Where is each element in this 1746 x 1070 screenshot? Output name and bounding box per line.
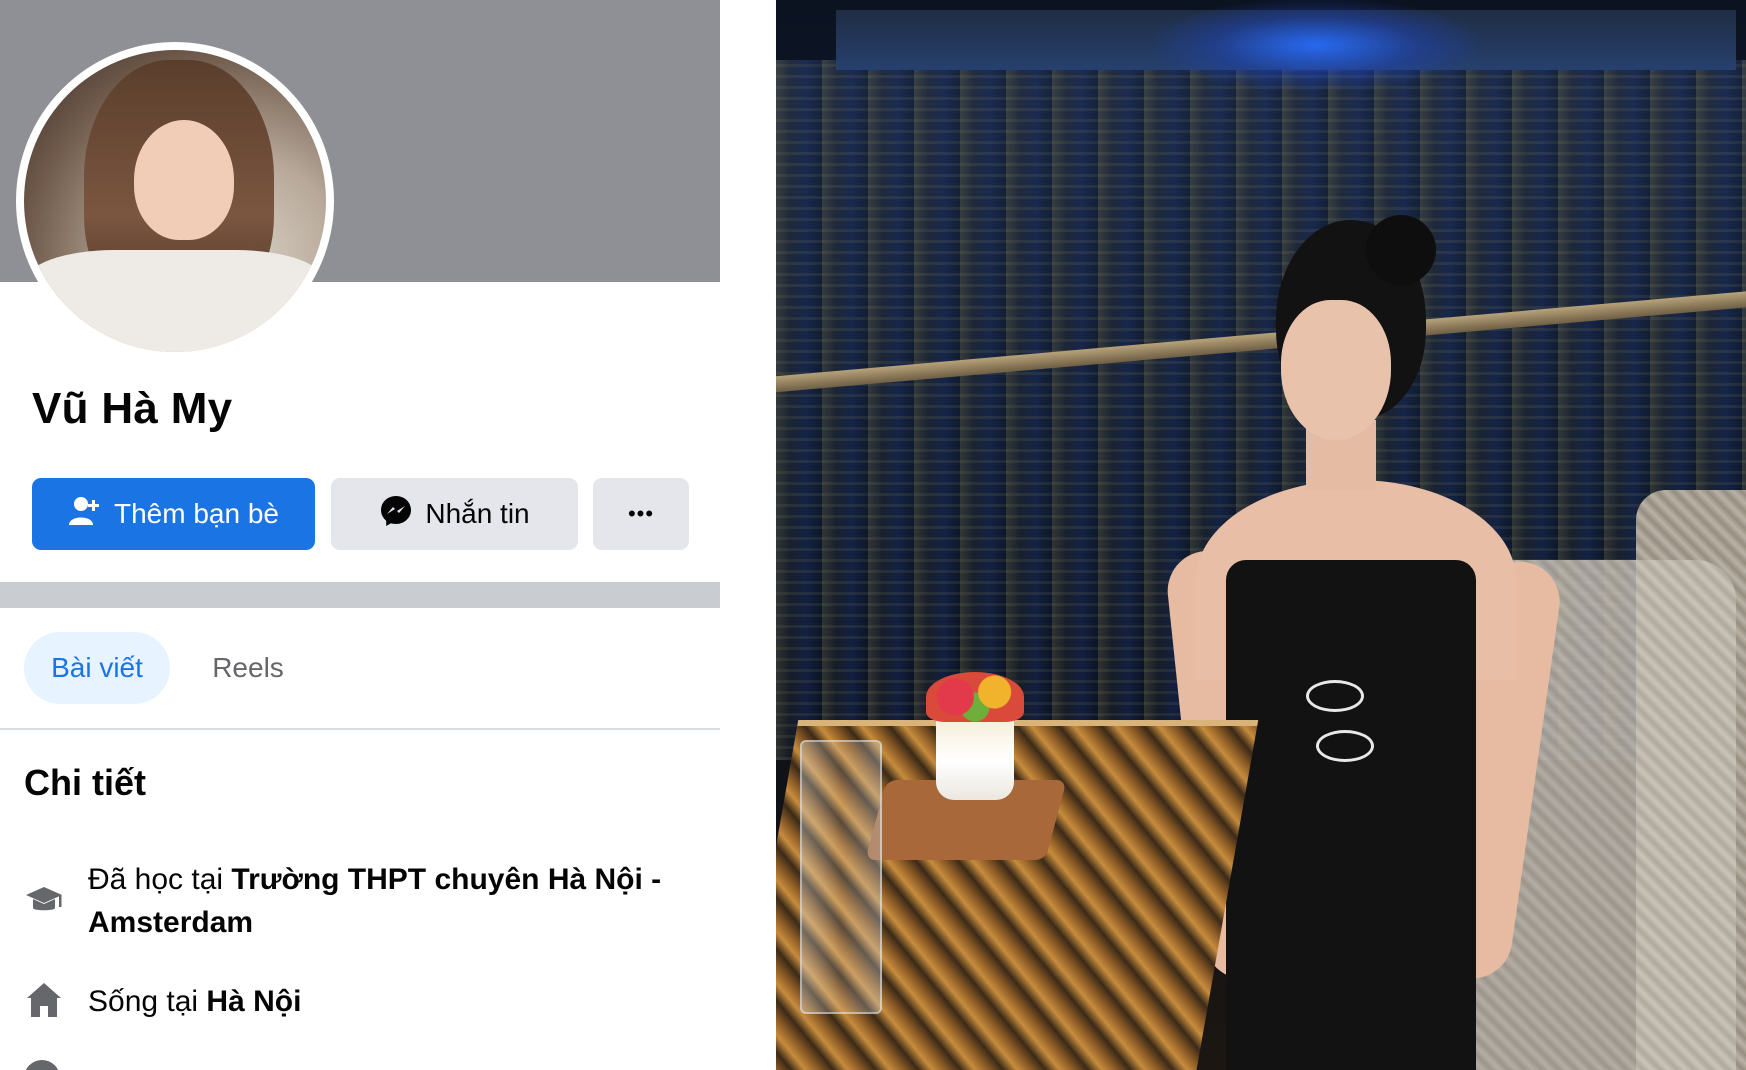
more-button[interactable]: •••	[593, 478, 689, 550]
add-friend-button[interactable]: Thêm bạn bè	[32, 478, 315, 550]
dessert-fruit	[926, 672, 1024, 722]
tab-posts[interactable]: Bài viết	[24, 632, 170, 704]
message-label: Nhắn tin	[425, 498, 530, 529]
details-title: Chi tiết	[24, 762, 146, 803]
person-plus-icon	[68, 494, 102, 535]
photo-panel	[776, 0, 1746, 1070]
more-dots-icon: •••	[627, 501, 655, 526]
detail-lives: Sống tại Hà Nội	[0, 980, 720, 1030]
person-face	[1281, 300, 1391, 440]
avatar-image	[24, 50, 326, 352]
lives-text: Sống tại Hà Nội	[88, 980, 668, 1023]
profile-name: Vũ Hà My	[32, 384, 233, 433]
home-icon	[24, 980, 64, 1020]
add-friend-label: Thêm bạn bè	[114, 498, 279, 529]
profile-avatar[interactable]	[16, 42, 334, 360]
detail-education: Đã học tại Trường THPT chuyên Hà Nội - A…	[0, 858, 720, 948]
lives-prefix: Sống tại	[88, 985, 207, 1018]
message-button[interactable]: Nhắn tin	[331, 478, 578, 550]
messenger-icon	[379, 494, 413, 535]
person-hair-bun	[1366, 215, 1436, 285]
dress-bow-bottom	[1316, 730, 1374, 762]
tab-reels[interactable]: Reels	[192, 632, 304, 704]
lives-city-link[interactable]: Hà Nội	[206, 985, 301, 1018]
education-prefix: Đã học tại	[88, 863, 232, 896]
water-glass	[800, 740, 882, 1014]
dress-bow-top	[1306, 680, 1364, 712]
graduation-cap-icon	[24, 880, 64, 920]
person-dress	[1226, 560, 1476, 1070]
bridge-lights	[1156, 0, 1476, 90]
tabs-divider	[0, 728, 720, 730]
education-text: Đã học tại Trường THPT chuyên Hà Nội - A…	[88, 858, 668, 944]
next-detail-icon	[24, 1060, 60, 1070]
profile-panel: Vũ Hà My Thêm bạn bè Nhắn tin ••• Bài vi…	[0, 0, 720, 1070]
section-divider	[0, 582, 720, 608]
